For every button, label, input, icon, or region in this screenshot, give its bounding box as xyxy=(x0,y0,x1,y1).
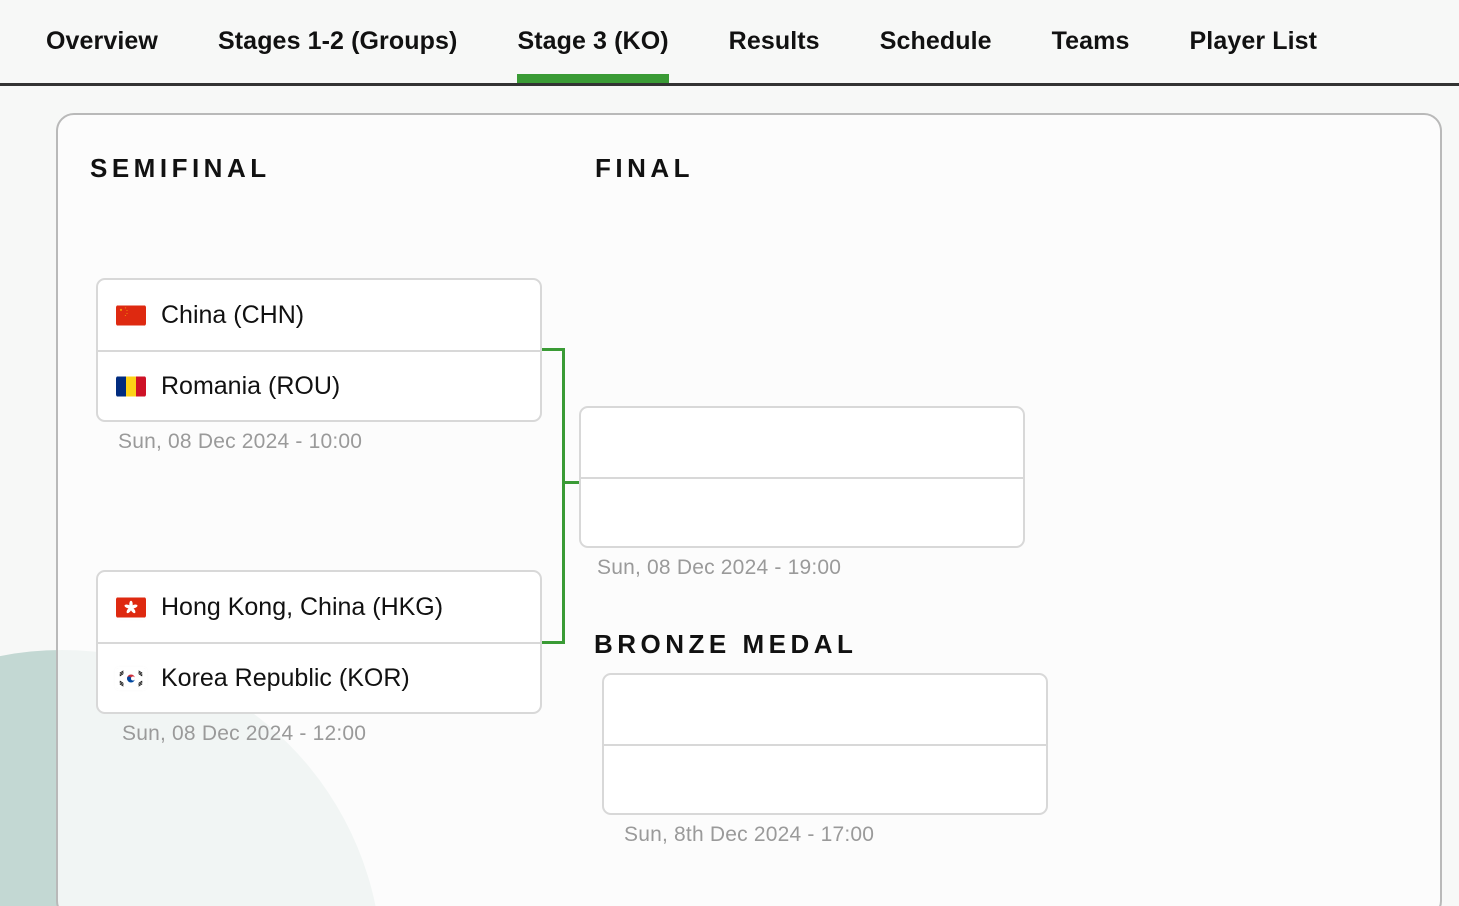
match-card[interactable]: Hong Kong, China (HKG) xyxy=(96,570,542,714)
tab-player-list[interactable]: Player List xyxy=(1160,0,1348,83)
round-title-semifinal: SEMIFINAL xyxy=(90,153,271,184)
tab-label: Stage 3 (KO) xyxy=(517,27,668,56)
tab-active-underline xyxy=(517,74,668,83)
tab-active-underline xyxy=(46,74,158,83)
tab-active-underline xyxy=(1052,74,1130,83)
tab-active-underline xyxy=(880,74,992,83)
team-row[interactable]: China (CHN) xyxy=(98,280,540,350)
match-card[interactable]: China (CHN) Romania (ROU) xyxy=(96,278,542,422)
tab-teams[interactable]: Teams xyxy=(1022,0,1160,83)
match-semifinal-2[interactable]: Hong Kong, China (HKG) xyxy=(96,570,542,746)
team-name: Korea Republic (KOR) xyxy=(161,664,410,693)
connector-vertical-spine xyxy=(562,348,565,644)
tab-label: Overview xyxy=(46,27,158,56)
match-bronze-medal[interactable]: Sun, 8th Dec 2024 - 17:00 xyxy=(602,673,1048,847)
tab-list: Overview Stages 1-2 (Groups) Stage 3 (KO… xyxy=(0,0,1459,83)
tab-stage-3-ko[interactable]: Stage 3 (KO) xyxy=(487,0,698,83)
team-name: Hong Kong, China (HKG) xyxy=(161,593,443,622)
round-title-bronze-medal: BRONZE MEDAL xyxy=(594,629,857,660)
match-card[interactable] xyxy=(579,406,1025,548)
navigation-tab-bar: Overview Stages 1-2 (Groups) Stage 3 (KO… xyxy=(0,0,1459,86)
team-row[interactable] xyxy=(604,744,1046,813)
bracket-panel: SEMIFINAL FINAL BRONZE MEDAL China (CHN) xyxy=(56,113,1442,906)
team-row[interactable]: Romania (ROU) xyxy=(98,350,540,420)
team-name: Romania (ROU) xyxy=(161,372,340,401)
match-date: Sun, 08 Dec 2024 - 10:00 xyxy=(96,430,542,454)
tab-label: Player List xyxy=(1190,27,1318,56)
flag-hong-kong-icon xyxy=(116,597,146,618)
flag-romania-icon xyxy=(116,376,146,397)
tab-label: Schedule xyxy=(880,27,992,56)
team-name: China (CHN) xyxy=(161,301,304,330)
match-final[interactable]: Sun, 08 Dec 2024 - 19:00 xyxy=(579,406,1025,580)
tab-stages-1-2-groups[interactable]: Stages 1-2 (Groups) xyxy=(188,0,487,83)
tab-results[interactable]: Results xyxy=(699,0,850,83)
match-semifinal-1[interactable]: China (CHN) Romania (ROU) Sun, 08 Dec 20… xyxy=(96,278,542,454)
tab-overview[interactable]: Overview xyxy=(16,0,188,83)
match-date: Sun, 08 Dec 2024 - 12:00 xyxy=(96,722,542,746)
tab-active-underline xyxy=(729,74,820,83)
tab-label: Stages 1-2 (Groups) xyxy=(218,27,457,56)
tab-active-underline xyxy=(218,74,457,83)
tab-label: Results xyxy=(729,27,820,56)
tab-label: Teams xyxy=(1052,27,1130,56)
match-date: Sun, 8th Dec 2024 - 17:00 xyxy=(602,823,1048,847)
flag-korea-icon xyxy=(116,668,146,689)
tab-schedule[interactable]: Schedule xyxy=(850,0,1022,83)
team-row[interactable] xyxy=(604,675,1046,744)
flag-china-icon xyxy=(116,305,146,326)
match-date: Sun, 08 Dec 2024 - 19:00 xyxy=(579,556,1025,580)
connector-semifinal-2 xyxy=(542,641,565,644)
match-card[interactable] xyxy=(602,673,1048,815)
tab-active-underline xyxy=(1190,74,1318,83)
team-row[interactable]: Korea Republic (KOR) xyxy=(98,642,540,712)
connector-semifinal-1 xyxy=(542,348,565,351)
round-title-final: FINAL xyxy=(595,153,694,184)
team-row[interactable] xyxy=(581,408,1023,477)
team-row[interactable] xyxy=(581,477,1023,546)
team-row[interactable]: Hong Kong, China (HKG) xyxy=(98,572,540,642)
